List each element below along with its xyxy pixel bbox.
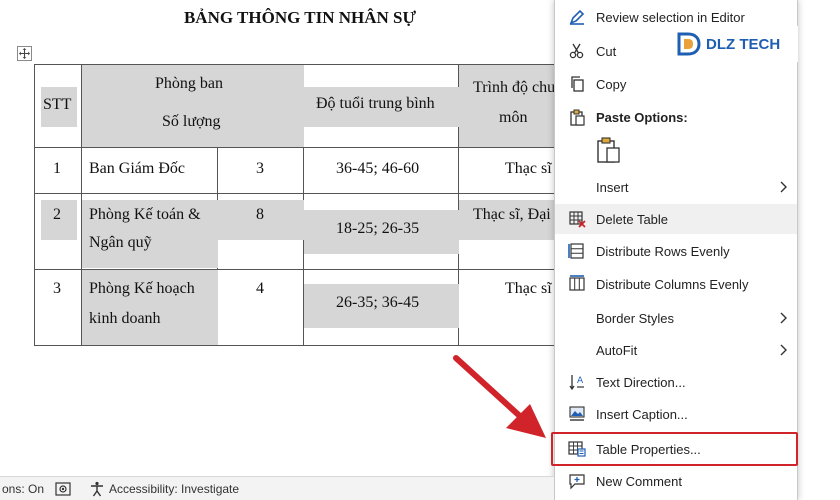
table-cell[interactable]: Thạc sĩ	[458, 147, 569, 194]
distribute-columns-icon	[567, 274, 587, 294]
table-cell[interactable]: 36-45; 46-60	[303, 147, 459, 194]
row-department: Ban Giám Đốc	[89, 160, 185, 177]
watermark-text: DLZ TECH	[706, 35, 781, 53]
menu-label: Cut	[596, 43, 617, 59]
table-cell[interactable]: Thạc sĩ	[458, 269, 569, 346]
menu-label: AutoFit	[596, 342, 638, 358]
menu-label: Copy	[596, 76, 627, 92]
row-department-line2: kinh doanh	[89, 310, 161, 327]
menu-label: Distribute Rows Evenly	[596, 243, 730, 259]
menu-label: Border Styles	[596, 310, 675, 326]
editor-pen-icon	[567, 7, 587, 27]
menu-item-text-direction[interactable]: A Text Direction...	[555, 367, 797, 397]
menu-label: New Comment	[596, 473, 682, 489]
paste-keep-formatting-icon[interactable]	[596, 136, 622, 164]
header-quantity: Số lượng	[162, 113, 221, 130]
header-age: Độ tuổi trung bình	[316, 95, 435, 112]
menu-item-delete-table[interactable]: Delete Table	[555, 204, 797, 234]
table-cell[interactable]: Phòng Kế toán & Ngân quỹ	[81, 193, 218, 270]
watermark-logo: DLZ TECH	[672, 26, 798, 62]
menu-item-copy[interactable]: Copy	[555, 69, 797, 99]
menu-label: Paste Options:	[596, 109, 688, 125]
table-cell[interactable]: Ban Giám Đốc	[81, 147, 218, 194]
table-cell[interactable]: Thạc sĩ, Đại	[458, 193, 569, 270]
row-department: Phòng Kế toán &	[89, 206, 201, 223]
table-row: 2 Phòng Kế toán & Ngân quỹ 8 18-25; 26-3…	[34, 193, 569, 270]
header-stt: STT	[43, 96, 72, 113]
copy-icon	[567, 74, 587, 94]
new-comment-icon	[567, 471, 587, 491]
row-education: Thạc sĩ, Đại	[473, 206, 551, 223]
macro-record-icon[interactable]	[55, 481, 71, 497]
row-age: 36-45; 46-60	[336, 160, 420, 177]
delete-table-icon	[567, 209, 587, 229]
row-education: Thạc sĩ	[505, 160, 552, 177]
red-arrow-annotation	[453, 355, 546, 438]
table-cell[interactable]: 18-25; 26-35	[303, 193, 459, 270]
menu-item-new-comment[interactable]: New Comment	[555, 466, 797, 496]
menu-item-insert-caption[interactable]: Insert Caption...	[555, 399, 797, 429]
menu-label: Insert	[596, 179, 629, 195]
table-header-row: STT Phòng ban Số lượng Độ tuổi trung bìn…	[34, 64, 569, 148]
status-bar: ons: On Accessibility: Investigate	[0, 476, 554, 500]
menu-item-autofit[interactable]: AutoFit	[555, 335, 797, 365]
table-row: 3 Phòng Kế hoạch kinh doanh 4 26-35; 36-…	[34, 269, 569, 346]
text-direction-icon: A	[567, 372, 587, 392]
menu-label: Review selection in Editor	[596, 9, 745, 25]
table-properties-highlight	[551, 432, 798, 466]
menu-label: Insert Caption...	[596, 406, 688, 422]
table-row: 1 Ban Giám Đốc 3 36-45; 46-60 Thạc sĩ	[34, 147, 569, 194]
row-stt: 2	[53, 206, 61, 223]
context-menu: Review selection in Editor Cut Copy Past…	[554, 0, 798, 500]
header-education-line2: môn	[499, 109, 528, 126]
menu-item-distribute-rows[interactable]: Distribute Rows Evenly	[555, 236, 797, 266]
menu-item-distribute-columns[interactable]: Distribute Columns Evenly	[555, 269, 797, 299]
menu-item-border-styles[interactable]: Border Styles	[555, 303, 797, 333]
row-age: 26-35; 36-45	[336, 294, 420, 311]
menu-item-paste-options: Paste Options:	[555, 102, 797, 132]
row-department: Phòng Kế hoạch	[89, 280, 195, 297]
clipboard-icon	[567, 107, 587, 127]
status-text-left[interactable]: ons: On	[2, 482, 44, 496]
table-cell[interactable]: 3	[34, 269, 82, 346]
table-cell[interactable]: 3	[217, 147, 304, 194]
menu-label: Text Direction...	[596, 374, 686, 390]
menu-item-insert[interactable]: Insert	[555, 172, 797, 202]
menu-label: Distribute Columns Evenly	[596, 276, 749, 292]
header-department: Phòng ban	[155, 75, 223, 92]
row-stt: 3	[53, 280, 61, 297]
table-cell[interactable]: 8	[217, 193, 304, 270]
row-department-line2: Ngân quỹ	[89, 234, 152, 251]
row-age: 18-25; 26-35	[336, 220, 420, 237]
row-quantity: 4	[256, 280, 264, 297]
row-education: Thạc sĩ	[505, 280, 552, 297]
distribute-rows-icon	[567, 241, 587, 261]
row-quantity: 8	[256, 206, 264, 223]
header-education-line1: Trình độ chu	[473, 79, 556, 96]
header-cell-age[interactable]: Độ tuổi trung bình	[303, 64, 459, 148]
table-cell[interactable]: Phòng Kế hoạch kinh doanh	[81, 269, 218, 346]
row-stt: 1	[53, 160, 61, 177]
menu-label: Delete Table	[596, 211, 669, 227]
chevron-right-icon	[780, 181, 787, 193]
chevron-right-icon	[780, 344, 787, 356]
chevron-right-icon	[780, 312, 787, 324]
header-cell-department[interactable]: Phòng ban Số lượng	[81, 64, 304, 148]
header-cell-stt[interactable]: STT	[34, 64, 82, 148]
table-cell[interactable]: 4	[217, 269, 304, 346]
dlz-logo-icon	[677, 32, 701, 56]
svg-text:A: A	[577, 376, 584, 386]
hr-info-table[interactable]: STT Phòng ban Số lượng Độ tuổi trung bìn…	[34, 64, 569, 346]
scissors-icon	[567, 41, 587, 61]
table-move-handle-icon[interactable]	[17, 46, 32, 61]
table-cell[interactable]: 2	[34, 193, 82, 270]
table-cell[interactable]: 26-35; 36-45	[303, 269, 459, 346]
row-quantity: 3	[256, 160, 264, 177]
accessibility-icon[interactable]	[89, 481, 105, 497]
header-cell-education[interactable]: Trình độ chu môn	[458, 64, 569, 148]
document-title: BẢNG THÔNG TIN NHÂN SỰ	[183, 8, 417, 27]
table-cell[interactable]: 1	[34, 147, 82, 194]
accessibility-status[interactable]: Accessibility: Investigate	[109, 482, 239, 496]
insert-caption-icon	[567, 404, 587, 424]
